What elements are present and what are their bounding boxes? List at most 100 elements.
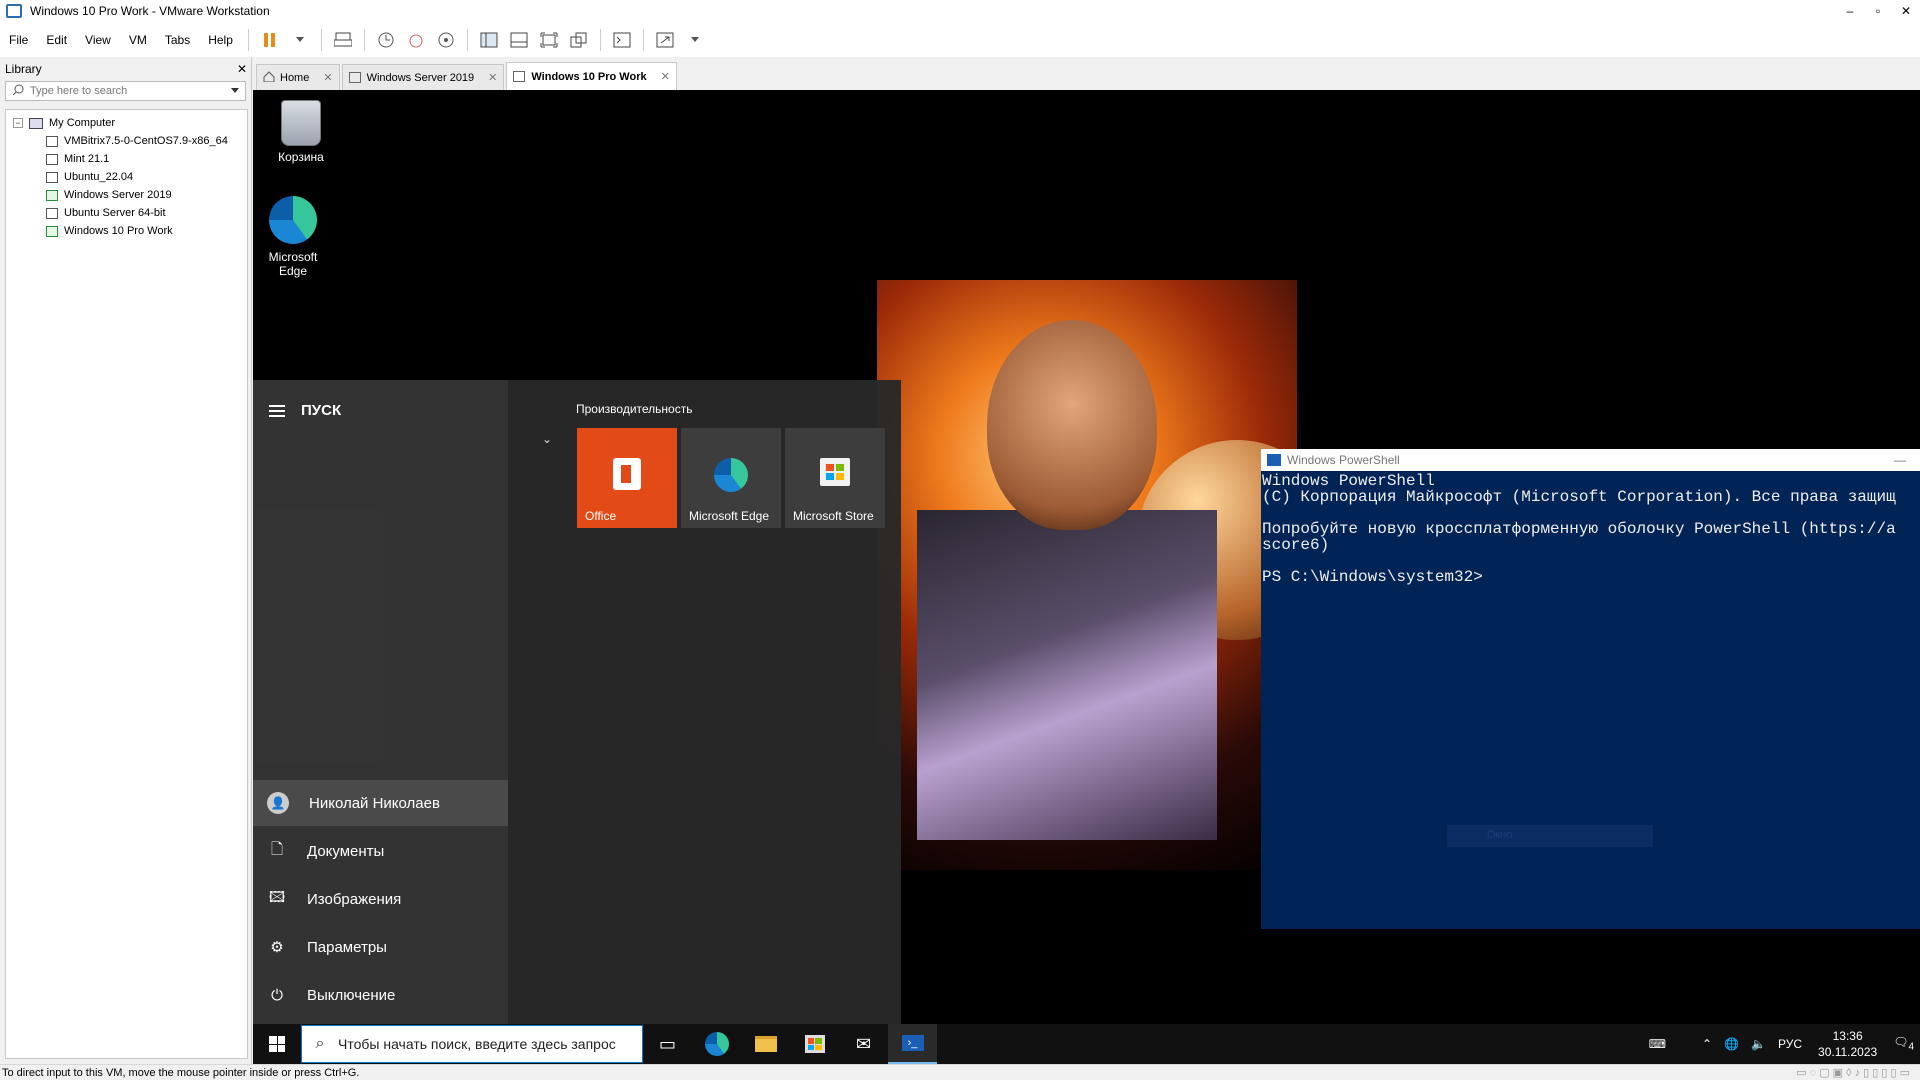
stretch-guest-icon[interactable]	[654, 29, 676, 51]
language-indicator[interactable]: РУС	[1778, 1037, 1802, 1051]
library-search[interactable]: Type here to search	[5, 81, 246, 101]
taskbar-powershell-icon[interactable]: ›_	[888, 1024, 937, 1064]
tree-item-label: Ubuntu Server 64-bit	[64, 207, 166, 219]
thumbnail-bar-icon[interactable]	[508, 29, 530, 51]
library-close-button[interactable]: ✕	[237, 62, 247, 76]
tab-windows-10-pro-work[interactable]: Windows 10 Pro Work ✕	[506, 62, 677, 90]
toolbar-separator	[599, 28, 601, 51]
suspend-icon[interactable]	[259, 29, 281, 51]
tab-label: Windows Server 2019	[366, 71, 475, 84]
tile-group-title[interactable]: Производительность	[576, 402, 692, 416]
vm-console[interactable]: Корзина Microsoft Edge Windows PowerShel…	[253, 90, 1920, 1064]
windows-logo-icon	[269, 1036, 285, 1052]
library-search-input[interactable]: Type here to search	[30, 85, 127, 97]
tab-close-icon[interactable]: ✕	[661, 70, 670, 83]
tray-chevron-up-icon[interactable]: ⌃	[1702, 1037, 1712, 1051]
clock-time: 13:36	[1832, 1029, 1863, 1043]
revert-snapshot-icon[interactable]	[405, 29, 427, 51]
console-view-icon[interactable]	[611, 29, 633, 51]
chevron-down-icon[interactable]: ⌄	[542, 432, 552, 446]
taskbar-search[interactable]: ⌕ Чтобы начать поиск, введите здесь запр…	[301, 1025, 643, 1063]
tree-item-vm[interactable]: VMBitrix7.5-0-CentOS7.9-x86_64	[6, 132, 247, 150]
keyboard-icon[interactable]: ⌨	[1649, 1037, 1666, 1051]
full-screen-icon[interactable]	[538, 29, 560, 51]
clock[interactable]: 13:36 30.11.2023	[1818, 1028, 1877, 1060]
powershell-console[interactable]: Windows PowerShell (C) Корпорация Майкрос…	[1261, 471, 1920, 585]
vm-icon	[46, 135, 58, 147]
home-icon	[263, 70, 275, 85]
device-status-icons[interactable]: ▭ ◌ ▢ ▣ ◊ ♪ ▯ ▯ ▯ ▯ ▭	[1796, 1066, 1920, 1079]
minimize-button[interactable]: –	[1836, 0, 1864, 22]
show-library-icon[interactable]	[478, 29, 500, 51]
menu-tabs[interactable]: Tabs	[156, 33, 199, 47]
taskbar-store-icon[interactable]	[790, 1024, 839, 1064]
tile-microsoft-store[interactable]: Microsoft Store	[785, 428, 885, 528]
file-explorer-icon[interactable]	[741, 1024, 790, 1064]
notification-center-icon[interactable]: 🗨4	[1893, 1035, 1914, 1052]
user-name: Николай Николаев	[309, 794, 440, 812]
tree-item-vm[interactable]: Ubuntu Server 64-bit	[6, 204, 247, 222]
start-item-settings[interactable]: ⚙ Параметры	[253, 924, 508, 970]
desktop-icon-recycle-bin[interactable]: Корзина	[261, 100, 341, 164]
unity-icon[interactable]	[568, 29, 590, 51]
start-user-account[interactable]: 👤 Николай Николаев	[253, 780, 508, 826]
menu-toolbar: File Edit View VM Tabs Help	[0, 22, 1920, 57]
tree-item-label: Ubuntu_22.04	[64, 171, 134, 183]
start-item-documents[interactable]: 🗋 Документы	[253, 828, 508, 874]
console-line: score6)	[1262, 536, 1330, 554]
console-prompt[interactable]: PS C:\Windows\system32>	[1262, 569, 1920, 585]
tab-windows-server-2019[interactable]: Windows Server 2019 ✕	[341, 64, 505, 90]
task-view-icon[interactable]: ▭	[643, 1024, 692, 1064]
tile-label: Office	[585, 509, 617, 523]
minimize-icon[interactable]: —	[1894, 453, 1906, 467]
start-button[interactable]	[253, 1024, 301, 1064]
start-item-power[interactable]: ⏻ Выключение	[253, 972, 508, 1018]
tree-item-vm[interactable]: Windows Server 2019	[6, 186, 247, 204]
tab-home[interactable]: Home ✕	[256, 64, 340, 90]
chevron-down-icon[interactable]	[231, 85, 245, 97]
tile-office[interactable]: Office	[577, 428, 677, 528]
snapshot-manager-icon[interactable]	[435, 29, 457, 51]
stretch-dropdown-icon[interactable]	[684, 29, 706, 51]
start-item-pictures[interactable]: 🖾 Изображения	[253, 876, 508, 922]
tab-close-icon[interactable]: ✕	[323, 71, 332, 84]
desktop-icon-edge[interactable]: Microsoft Edge	[261, 196, 325, 278]
powershell-titlebar[interactable]: Windows PowerShell —	[1261, 449, 1920, 471]
menu-help[interactable]: Help	[199, 33, 242, 47]
start-menu: ПУСК 👤 Николай Николаев 🗋 Документы 🖾 Из…	[253, 380, 901, 1024]
notification-count: 4	[1908, 1041, 1914, 1053]
menu-edit[interactable]: Edit	[37, 33, 76, 47]
hamburger-icon[interactable]	[269, 404, 285, 417]
tab-close-icon[interactable]: ✕	[488, 71, 497, 84]
taskbar-edge-icon[interactable]	[692, 1024, 741, 1064]
menu-file[interactable]: File	[0, 33, 37, 47]
start-item-label: Параметры	[307, 938, 387, 956]
powershell-icon	[1267, 454, 1281, 466]
menu-vm[interactable]: VM	[120, 33, 156, 47]
volume-icon[interactable]: 🔈	[1751, 1037, 1766, 1051]
power-dropdown-icon[interactable]	[289, 29, 311, 51]
snapshot-icon[interactable]	[375, 29, 397, 51]
tab-label: Windows 10 Pro Work	[531, 70, 647, 83]
tree-item-my-computer[interactable]: − My Computer	[6, 114, 247, 132]
library-header: Library ✕	[0, 57, 251, 81]
collapse-icon[interactable]: −	[13, 118, 23, 128]
powershell-window[interactable]: Windows PowerShell — Windows PowerShell(…	[1261, 449, 1920, 929]
menu-view[interactable]: View	[76, 33, 120, 47]
network-icon[interactable]: 🌐	[1724, 1037, 1739, 1051]
maximize-button[interactable]: ▫	[1864, 0, 1892, 22]
start-menu-header[interactable]: ПУСК	[269, 402, 341, 419]
office-icon	[613, 458, 641, 490]
tree-item-vm[interactable]: Windows 10 Pro Work	[6, 222, 247, 240]
desktop-icon-label: Microsoft Edge	[268, 250, 318, 278]
gear-icon: ⚙	[270, 939, 284, 956]
close-window-button[interactable]: ✕	[1892, 0, 1920, 22]
taskbar-search-input[interactable]: Чтобы начать поиск, введите здесь запрос	[338, 1036, 616, 1052]
send-keys-icon[interactable]	[332, 29, 354, 51]
tree-item-label: Windows Server 2019	[64, 189, 172, 201]
tree-item-vm[interactable]: Mint 21.1	[6, 150, 247, 168]
tile-microsoft-edge[interactable]: Microsoft Edge	[681, 428, 781, 528]
tree-item-vm[interactable]: Ubuntu_22.04	[6, 168, 247, 186]
mail-icon[interactable]: ✉	[839, 1024, 888, 1064]
